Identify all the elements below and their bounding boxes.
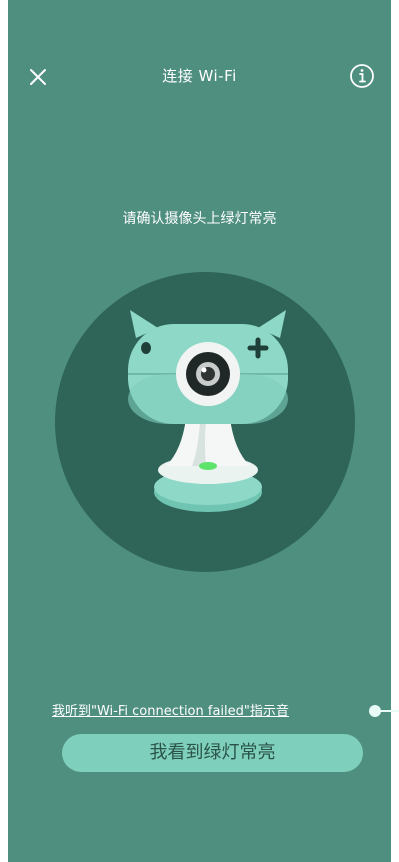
confirm-green-light-button[interactable]: 我看到绿灯常亮 — [62, 734, 363, 772]
screen: 连接 Wi-Fi 请确认摄像头上绿灯常亮 我看到绿灯常亮 — [8, 0, 391, 862]
connection-failed-link[interactable]: 我听到"Wi-Fi connection failed"指示音 — [52, 700, 289, 719]
top-bar: 连接 Wi-Fi — [8, 55, 391, 99]
fail-link-row: 我听到"Wi-Fi connection failed"指示音 — [0, 700, 399, 722]
camera-illustration — [108, 310, 308, 540]
hint-line — [380, 710, 399, 712]
page-title: 连接 Wi-Fi — [162, 67, 237, 85]
info-icon[interactable] — [347, 61, 377, 91]
instruction-text: 请确认摄像头上绿灯常亮 — [122, 211, 277, 227]
